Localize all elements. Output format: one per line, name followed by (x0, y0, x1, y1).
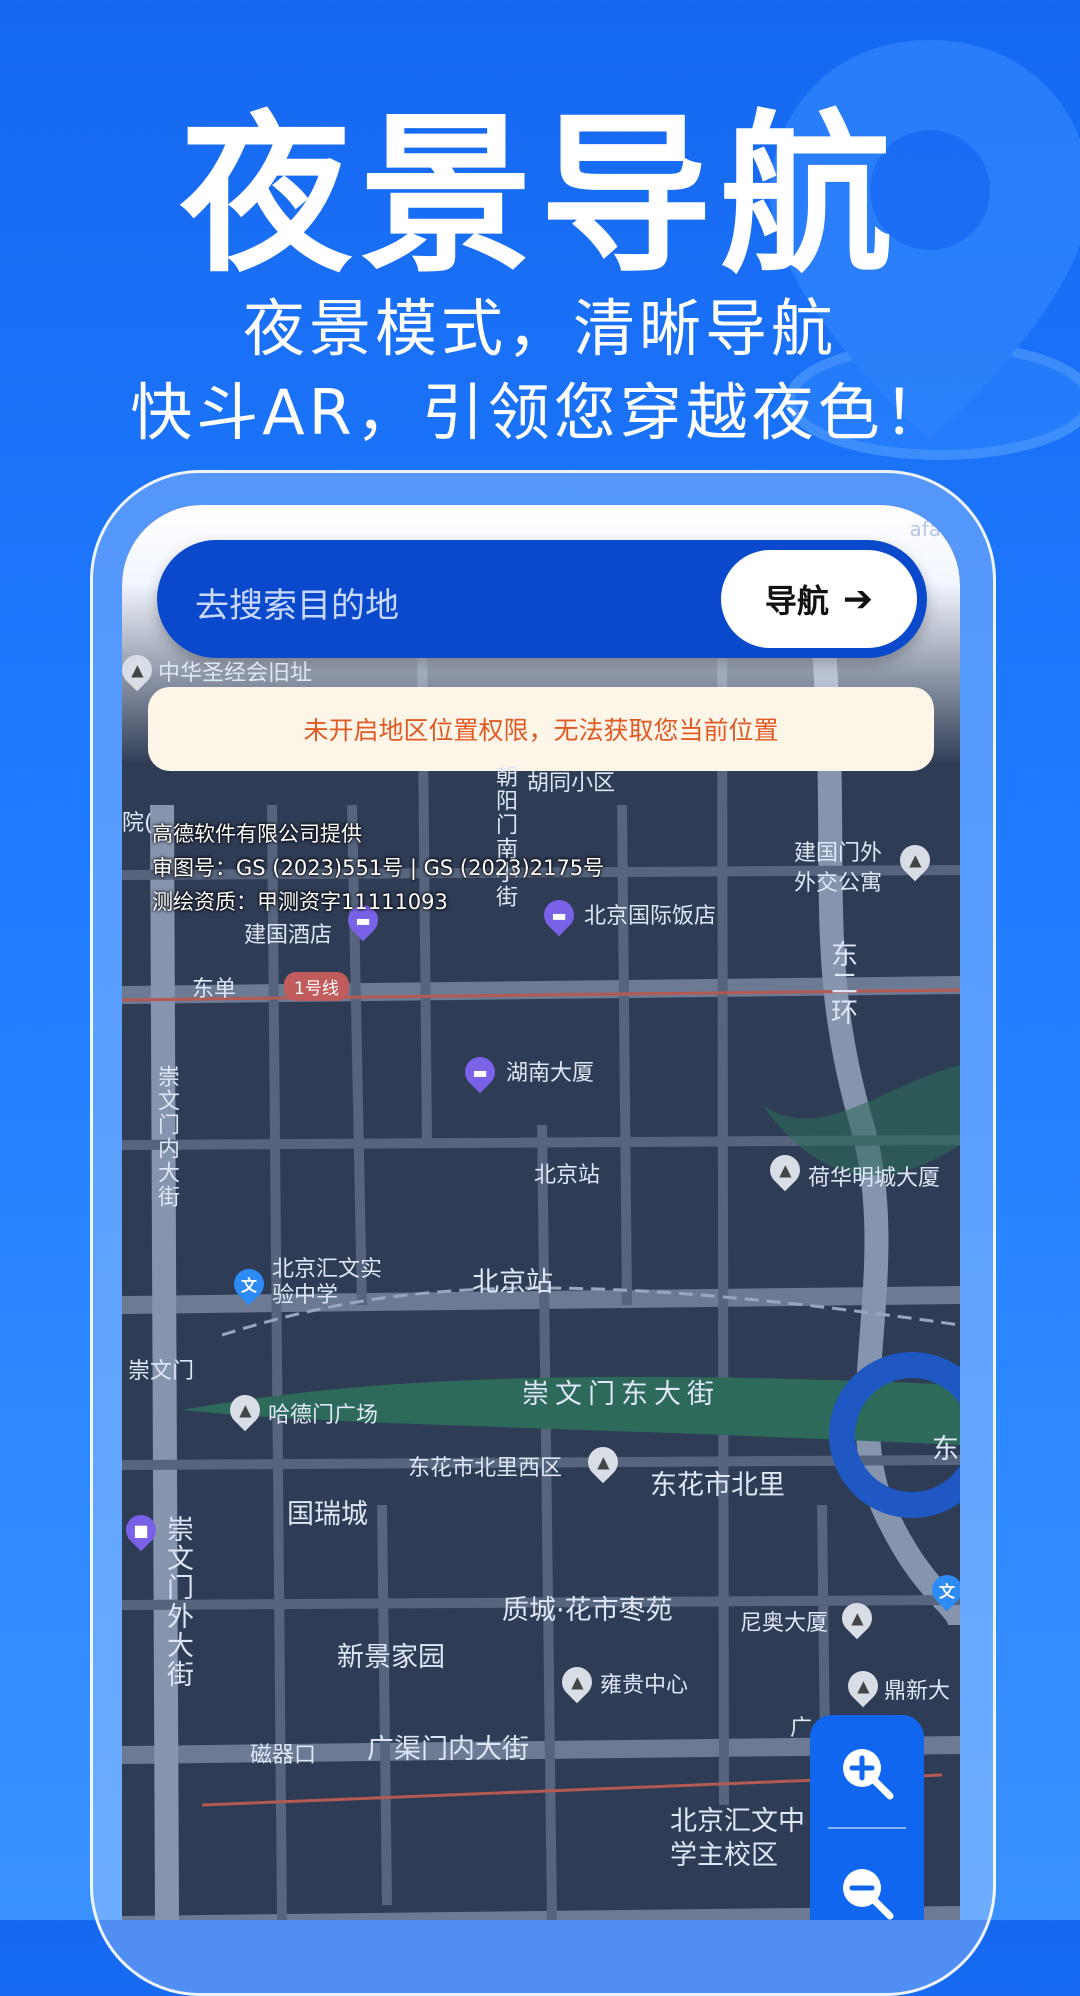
search-bar[interactable]: 去搜索目的地 导航 ➔ (157, 540, 927, 658)
app-screen: afac 去搜索目的地 导航 ➔ ▲ 中华圣经会旧址 未开启地区位置权限，无法获… (122, 505, 960, 1920)
map-label-jianguomenwai: 建国门外 (794, 841, 883, 866)
map-label-huiwen-school: 北京汇文中学主校区 (670, 1806, 805, 1871)
location-permission-notice: 未开启地区位置权限，无法获取您当前位置 (148, 687, 934, 771)
map-label-dingxin: 鼎新大 (884, 1679, 951, 1704)
map-label-guangqumen: 广渠门内大街 (367, 1734, 529, 1765)
map-label-hutong: 胡同小区 (527, 771, 616, 796)
map-label-niao: 尼奥大厦 (740, 1611, 829, 1636)
metro-line-badge: 1号线 (284, 972, 349, 1001)
zoom-controls (810, 1715, 924, 1920)
map-label-jianguo-hotel: 建国酒店 (244, 923, 333, 948)
attribution-line2: 审图号：GS (2023)551号 | GS (2023)2175号 (152, 856, 605, 880)
attribution-line1: 高德软件有限公司提供 (152, 822, 362, 846)
map-label-huiwen: 北京汇文实验中学 (272, 1257, 383, 1308)
zoom-out-icon (843, 1868, 894, 1919)
map-label-chongwenmen-wai: 崇文门外大街 (162, 1515, 193, 1689)
map-label-yuan: 院( (122, 811, 153, 836)
map-label-guorui: 国瑞城 (287, 1499, 368, 1530)
map-label-chongwenmen-dong: 崇文门东大街 (522, 1379, 720, 1410)
map-label-dong-erhuan: 东二环 (826, 940, 857, 1027)
navigate-button-label: 导航 (764, 582, 829, 620)
map-label-zhonghua: 中华圣经会旧址 (158, 661, 313, 686)
map-label-yonggui: 雍贵中心 (600, 1673, 689, 1698)
zoom-out-button[interactable] (810, 1840, 924, 1920)
map-label-guang: 广 (790, 1716, 813, 1741)
map-label-chongwenmen: 崇文门 (128, 1359, 195, 1384)
map-label-zhicheng: 质城·花市枣苑 (502, 1595, 673, 1626)
hero-title: 夜景导航 (180, 95, 900, 296)
map-label-hehua: 荷华明城大厦 (808, 1166, 941, 1191)
arrow-right-icon: ➔ (842, 578, 874, 620)
zoom-in-button[interactable] (810, 1720, 924, 1825)
map-label-xinjing: 新景家园 (337, 1642, 445, 1673)
hero-subtitle-line1: 夜景模式，清晰导航 (242, 292, 837, 365)
map-label-dongshi-xiqu: 东花市北里西区 (408, 1456, 563, 1481)
map-label-waijiao: 外交公寓 (794, 871, 883, 896)
map-label-dongdan: 东单 (192, 977, 237, 1002)
map-attribution: 高德软件有限公司提供 审图号：GS (2023)551号 | GS (2023)… (152, 817, 604, 919)
zoom-divider (828, 1827, 906, 1829)
map-label-chongwenmen-nei: 崇文门内大街 (154, 1065, 179, 1209)
map-label-hademen: 哈德门广场 (268, 1403, 379, 1428)
search-input[interactable]: 去搜索目的地 (195, 578, 399, 627)
zoom-in-icon (843, 1748, 894, 1799)
hero-subtitle-line2: 快斗AR，引领您穿越夜色！ (130, 376, 950, 449)
map-label-dongshi-beili: 东花市北里 (650, 1470, 785, 1501)
map-label-beijingzhan: 北京站 (472, 1267, 553, 1298)
map-label-dong: 东 (932, 1434, 959, 1465)
attribution-line3: 测绘资质：甲测资字11111093 (152, 890, 448, 914)
map-label-ciqikou: 磁器口 (250, 1743, 317, 1768)
map-label-hunan: 湖南大厦 (506, 1061, 595, 1086)
watermark-text: afac (909, 517, 952, 541)
navigate-button[interactable]: 导航 ➔ (721, 550, 917, 648)
map-label-beijingzhan-road: 北京站 (534, 1163, 601, 1188)
